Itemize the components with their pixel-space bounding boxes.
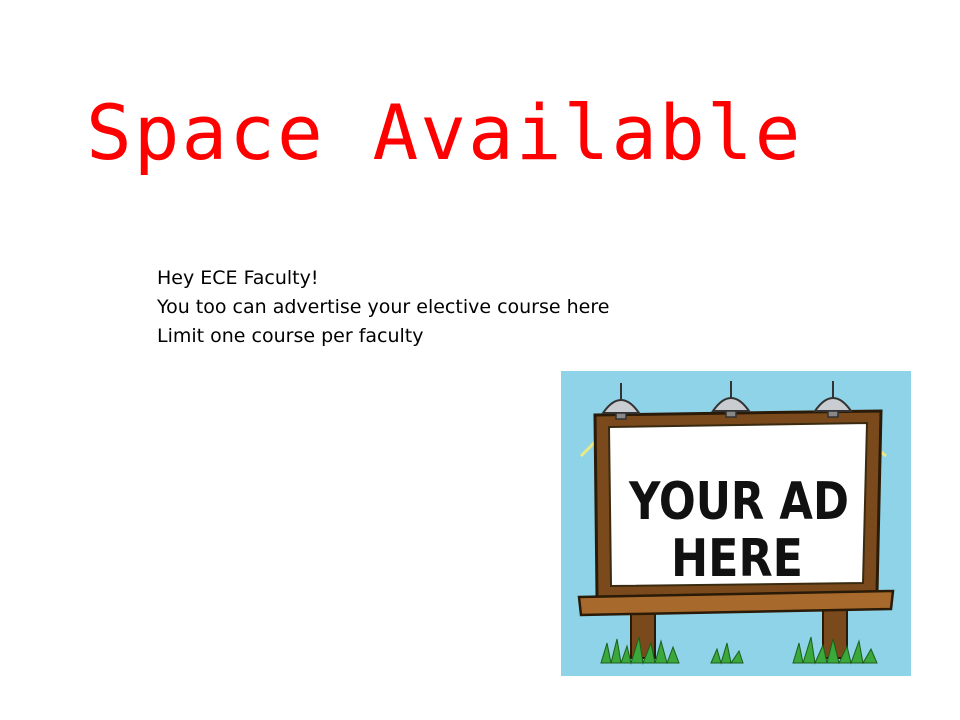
ad-text-line-2: HERE	[671, 529, 803, 589]
billboard-image: YOUR AD HERE	[561, 371, 911, 676]
slide-title: Space Available	[86, 88, 803, 177]
ad-text-line-1: YOUR AD	[628, 472, 849, 532]
billboard-illustration: YOUR AD HERE	[561, 371, 911, 676]
slide-body: Hey ECE Faculty! You too can advertise y…	[157, 264, 609, 351]
body-line-2: You too can advertise your elective cour…	[157, 296, 610, 318]
body-line-3: Limit one course per faculty	[157, 325, 424, 347]
slide: Space Available Hey ECE Faculty! You too…	[0, 0, 960, 720]
body-line-1: Hey ECE Faculty!	[157, 267, 319, 289]
